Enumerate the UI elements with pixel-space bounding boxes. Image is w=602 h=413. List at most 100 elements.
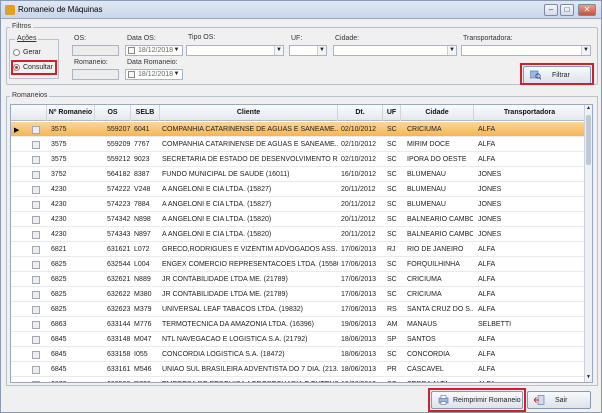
- table-row[interactable]: 6825 632621 N889 JR CONTABILIDADE LTDA ME. …: [11, 272, 586, 287]
- table-row[interactable]: 6872 633502R722EMPRESA DE PESQUISA AGROPE…: [11, 377, 586, 382]
- data-os-value: 18/12/2018: [138, 47, 174, 54]
- cell-cidade: IPORA DO OESTE: [407, 156, 467, 163]
- romaneios-grid[interactable]: Nº Romaneio OS SELB Cliente Dt. Romaneio…: [10, 104, 593, 383]
- cell-transportadora: ALFA: [478, 366, 496, 373]
- row-checkbox[interactable]: [32, 366, 40, 374]
- table-row[interactable]: ▶ 3575 559207 6041 COMPANHIA CATARINENSE DE …: [11, 122, 586, 137]
- cell-os: 574222: [107, 186, 131, 193]
- table-row[interactable]: 4230 574342 N898 A ANGELONI E CIA LTDA. (15…: [11, 212, 586, 227]
- col-header-transportadora[interactable]: Transportadora: [474, 105, 586, 121]
- transportadora-select[interactable]: ▼: [461, 45, 591, 56]
- col-header-dt-romaneio[interactable]: Dt. Romaneio: [338, 105, 383, 132]
- row-checkbox[interactable]: [32, 216, 40, 224]
- transportadora-label: Transportadora:: [463, 35, 513, 42]
- table-row[interactable]: 6845 633158 I055 CONCORDIA LOGISTICA S.A. (…: [11, 347, 586, 362]
- row-checkbox[interactable]: [32, 126, 40, 134]
- table-row[interactable]: 4230 574222 V248 A ANGELONI E CIA LTDA. (15…: [11, 182, 586, 197]
- cell-cliente: A ANGELONI E CIA LTDA. (15820): [162, 216, 272, 223]
- table-row[interactable]: 4230 574223 7884 A ANGELONI E CIA LTDA. (15…: [11, 197, 586, 212]
- maximize-button[interactable]: □: [560, 4, 574, 16]
- table-row[interactable]: 6845 633148 M047 NTL NAVEGACAO E LOGISTICA …: [11, 332, 586, 347]
- row-checkbox[interactable]: [32, 321, 40, 329]
- close-button[interactable]: ✕: [578, 4, 596, 16]
- col-header-os[interactable]: OS: [95, 105, 131, 121]
- row-checkbox[interactable]: [32, 261, 40, 269]
- col-header-cidade[interactable]: Cidade: [401, 105, 474, 121]
- tipo-os-select[interactable]: ▼: [186, 45, 284, 56]
- table-row[interactable]: 6825 632623 M379 UNIVERSAL LEAF TABACOS LTD…: [11, 302, 586, 317]
- vertical-scrollbar[interactable]: ▲ ▼: [584, 105, 592, 382]
- cell-dt-romaneio: 17/06/2013: [341, 261, 377, 268]
- cell-transportadora: ALFA: [478, 141, 496, 148]
- cell-transportadora: JONES: [478, 216, 502, 223]
- table-row[interactable]: 6863 633144 M776 TERMOTECNICA DA AMAZONIA L…: [11, 317, 586, 332]
- row-checkbox[interactable]: [32, 246, 40, 254]
- chevron-down-icon[interactable]: ▼: [172, 46, 181, 55]
- table-row[interactable]: 3575 559212 9023 SECRETARIA DE ESTADO DE DE…: [11, 152, 586, 167]
- col-header-selb[interactable]: SELB: [131, 105, 160, 121]
- row-checkbox[interactable]: [32, 336, 40, 344]
- row-checkbox[interactable]: [32, 171, 40, 179]
- data-os-checkbox[interactable]: [128, 47, 135, 54]
- scroll-thumb[interactable]: [586, 115, 591, 165]
- row-checkbox[interactable]: [32, 156, 40, 164]
- cell-cidade: CONCORDIA: [407, 351, 450, 358]
- table-row[interactable]: 6845 633161 M546 UNIAO SUL BRASILEIRA ADVEN…: [11, 362, 586, 377]
- cell-uf: PR: [387, 366, 397, 373]
- cell-selb: V248: [134, 186, 151, 193]
- cell-dt-romaneio: 17/06/2013: [341, 291, 377, 298]
- cell-cliente: CONCORDIA LOGISTICA S.A. (18472): [162, 351, 285, 358]
- cell-selb: N897: [134, 231, 151, 238]
- row-checkbox[interactable]: [32, 306, 40, 314]
- row-checkbox[interactable]: [32, 141, 40, 149]
- data-romaneio-picker[interactable]: 18/12/2018 ▼: [125, 69, 183, 80]
- row-selector-icon: ▶: [14, 127, 20, 134]
- cell-dt-romaneio: 02/10/2012: [341, 141, 377, 148]
- cell-cidade: CRICIUMA: [407, 291, 442, 298]
- chevron-down-icon[interactable]: ▼: [172, 70, 181, 79]
- minimize-button[interactable]: –: [544, 4, 558, 16]
- cell-os: 559212: [107, 156, 131, 163]
- row-checkbox[interactable]: [32, 276, 40, 284]
- cell-os: 633502: [107, 377, 131, 382]
- col-header-romaneio[interactable]: Nº Romaneio: [47, 105, 95, 121]
- cell-selb: M776: [134, 321, 152, 328]
- table-row[interactable]: 3575 559209 7767 COMPANHIA CATARINENSE DE A…: [11, 137, 586, 152]
- cell-uf: SC: [387, 276, 397, 283]
- cidade-select[interactable]: ▼: [333, 45, 457, 56]
- cell-cidade: BLUMENAU: [407, 171, 446, 178]
- table-row[interactable]: 4230 574343 N897 A ANGELONI E CIA LTDA. (15…: [11, 227, 586, 242]
- os-input[interactable]: [72, 45, 119, 56]
- cell-dt-romaneio: 17/06/2013: [341, 246, 377, 253]
- table-row[interactable]: 6825 632622 M380 JR CONTABILIDADE LTDA ME. …: [11, 287, 586, 302]
- row-checkbox[interactable]: [32, 186, 40, 194]
- cell-transportadora: ALFA: [478, 306, 496, 313]
- row-checkbox[interactable]: [32, 351, 40, 359]
- table-row[interactable]: 6825 632544 L004 ENGEX COMERCIO REPRESENTAC…: [11, 257, 586, 272]
- scroll-up-icon[interactable]: ▲: [585, 105, 592, 113]
- cell-uf: RJ: [387, 246, 396, 253]
- romaneio-input[interactable]: [72, 69, 119, 80]
- table-row[interactable]: 3752 564182 8387 FUNDO MUNICIPAL DE SAUDE (…: [11, 167, 586, 182]
- row-checkbox[interactable]: [32, 201, 40, 209]
- col-header-cliente[interactable]: Cliente: [160, 105, 338, 121]
- chevron-down-icon: ▼: [447, 46, 456, 55]
- data-romaneio-checkbox[interactable]: [128, 71, 135, 78]
- gerar-radio[interactable]: Gerar: [13, 48, 57, 58]
- data-os-picker[interactable]: 18/12/2018 ▼: [125, 45, 183, 56]
- cell-uf: SC: [387, 261, 397, 268]
- header-spacer: [11, 105, 47, 121]
- row-checkbox[interactable]: [32, 291, 40, 299]
- cell-cliente: A ANGELONI E CIA LTDA. (15827): [162, 201, 272, 208]
- scroll-down-icon[interactable]: ▼: [585, 374, 592, 382]
- col-header-uf[interactable]: UF: [383, 105, 401, 121]
- table-row[interactable]: 6821 631621 L072 GRECO,RODRIGUES E VIZENTIM…: [11, 242, 586, 257]
- uf-select[interactable]: ▼: [289, 45, 327, 56]
- sair-button[interactable]: Sair: [527, 391, 591, 409]
- cell-selb: M379: [134, 306, 152, 313]
- cell-romaneio: 4230: [51, 231, 67, 238]
- cell-dt-romaneio: 17/06/2013: [341, 306, 377, 313]
- row-checkbox[interactable]: [32, 381, 40, 382]
- cell-cidade: BALNEARIO CAMBO...: [407, 231, 473, 238]
- row-checkbox[interactable]: [32, 231, 40, 239]
